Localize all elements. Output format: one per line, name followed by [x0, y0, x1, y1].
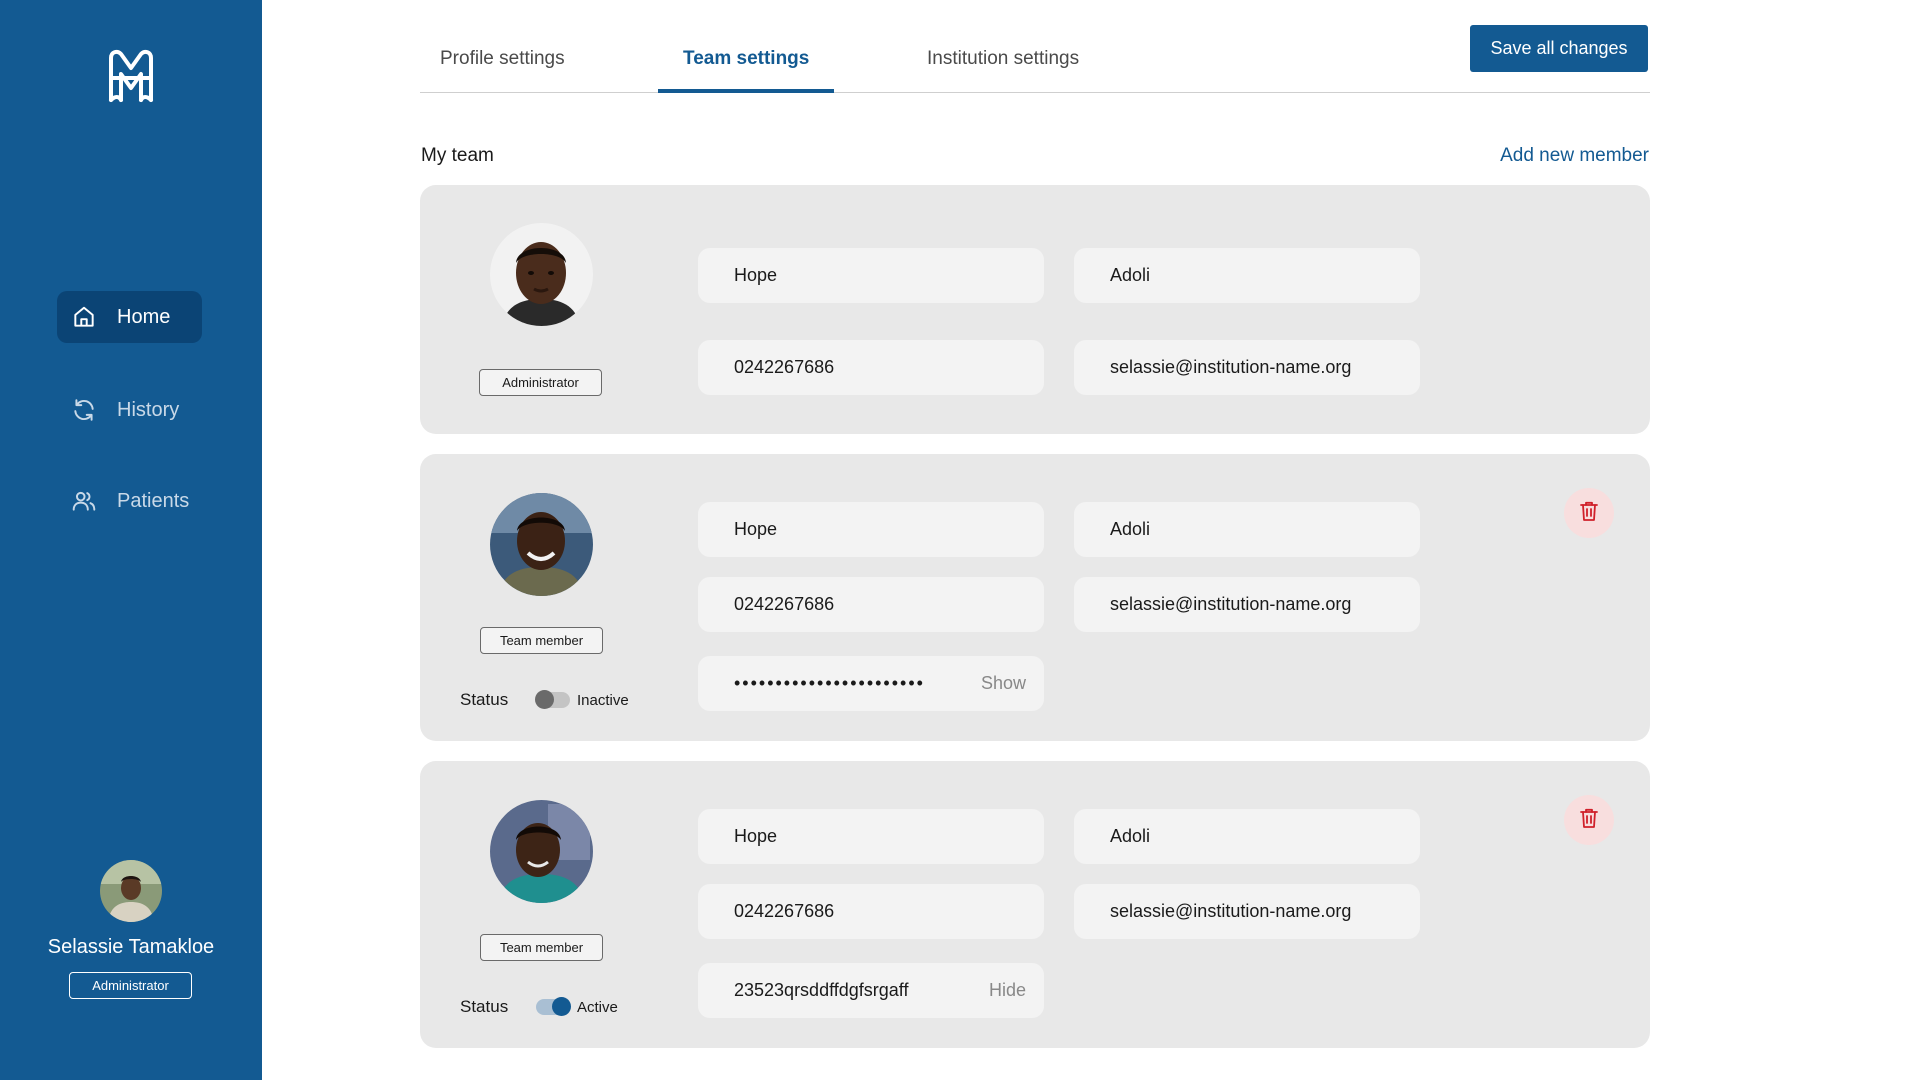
nav-item-patients[interactable]: Patients: [57, 475, 202, 527]
first-name-field[interactable]: Hope: [698, 248, 1044, 303]
member-role-badge: Team member: [480, 627, 603, 654]
delete-member-button[interactable]: [1564, 488, 1614, 538]
status-toggle[interactable]: [536, 997, 571, 1016]
nav-item-history[interactable]: History: [57, 384, 202, 436]
first-name-field[interactable]: Hope: [698, 809, 1044, 864]
password-value: •••••••••••••••••••••••: [734, 673, 925, 693]
first-name-value: Hope: [734, 265, 778, 285]
status-label: Status: [460, 690, 509, 709]
users-icon: [71, 488, 97, 514]
trash-icon: [1577, 806, 1601, 835]
email-field[interactable]: selassie@institution-name.org: [1074, 340, 1420, 395]
phone-field[interactable]: 0242267686: [698, 340, 1044, 395]
add-new-member-link[interactable]: Add new member: [1500, 145, 1649, 167]
home-icon: [71, 304, 97, 330]
password-value: 23523qrsddffdgfsrgaff: [734, 980, 909, 1000]
tab-profile-settings[interactable]: Profile settings: [440, 48, 565, 93]
team-member-card: Administrator Hope Adoli 0242267686 sela…: [420, 185, 1650, 434]
status-row: Status Active: [460, 997, 618, 1017]
password-field[interactable]: ••••••••••••••••••••••• Show: [698, 656, 1044, 711]
toggle-knob: [535, 690, 554, 709]
last-name-value: Adoli: [1110, 519, 1151, 539]
status-label: Status: [460, 997, 509, 1016]
email-field[interactable]: selassie@institution-name.org: [1074, 577, 1420, 632]
tab-institution-settings[interactable]: Institution settings: [927, 48, 1079, 93]
sidebar: Home History Patients Selassie Tamakloe …: [0, 0, 262, 1080]
email-field[interactable]: selassie@institution-name.org: [1074, 884, 1420, 939]
last-name-value: Adoli: [1110, 826, 1151, 846]
member-avatar[interactable]: [490, 223, 593, 326]
status-toggle[interactable]: [535, 690, 570, 709]
last-name-value: Adoli: [1110, 265, 1151, 285]
password-field[interactable]: 23523qrsddffdgfsrgaff Hide: [698, 963, 1044, 1018]
phone-value: 0242267686: [734, 901, 835, 921]
app-logo-icon[interactable]: [105, 48, 157, 104]
hide-password-button[interactable]: Hide: [989, 980, 1026, 1001]
member-avatar[interactable]: [490, 800, 593, 903]
nav-item-label: History: [117, 398, 180, 421]
phone-value: 0242267686: [734, 594, 835, 614]
user-name: Selassie Tamakloe: [47, 936, 215, 958]
team-member-card: Team member Status Active Hope Adoli 024…: [420, 761, 1650, 1048]
first-name-value: Hope: [734, 826, 778, 846]
refresh-icon: [71, 397, 97, 423]
team-member-card: Team member Status Inactive Hope Adoli 0…: [420, 454, 1650, 741]
save-all-changes-button[interactable]: Save all changes: [1470, 25, 1648, 72]
show-password-button[interactable]: Show: [981, 673, 1026, 694]
email-value: selassie@institution-name.org: [1110, 594, 1352, 614]
phone-value: 0242267686: [734, 357, 835, 377]
toggle-knob: [552, 997, 571, 1016]
email-value: selassie@institution-name.org: [1110, 357, 1352, 377]
status-value: Active: [577, 998, 618, 1016]
first-name-field[interactable]: Hope: [698, 502, 1044, 557]
phone-field[interactable]: 0242267686: [698, 577, 1044, 632]
nav-item-label: Home: [117, 305, 171, 328]
user-role-badge: Administrator: [69, 972, 192, 999]
member-avatar[interactable]: [490, 493, 593, 596]
nav-item-label: Patients: [117, 489, 190, 512]
last-name-field[interactable]: Adoli: [1074, 248, 1420, 303]
status-row: Status Inactive: [460, 690, 629, 710]
last-name-field[interactable]: Adoli: [1074, 502, 1420, 557]
status-value: Inactive: [577, 691, 629, 709]
last-name-field[interactable]: Adoli: [1074, 809, 1420, 864]
section-title: My team: [421, 145, 494, 166]
email-value: selassie@institution-name.org: [1110, 901, 1352, 921]
first-name-value: Hope: [734, 519, 778, 539]
user-avatar[interactable]: [100, 860, 162, 922]
delete-member-button[interactable]: [1564, 795, 1614, 845]
member-role-badge: Administrator: [479, 369, 602, 396]
tab-team-settings[interactable]: Team settings: [658, 48, 835, 93]
member-role-badge: Team member: [480, 934, 603, 961]
nav-item-home[interactable]: Home: [57, 291, 202, 343]
trash-icon: [1577, 499, 1601, 528]
phone-field[interactable]: 0242267686: [698, 884, 1044, 939]
settings-tabs: Profile settings Team settings Instituti…: [420, 0, 1650, 93]
